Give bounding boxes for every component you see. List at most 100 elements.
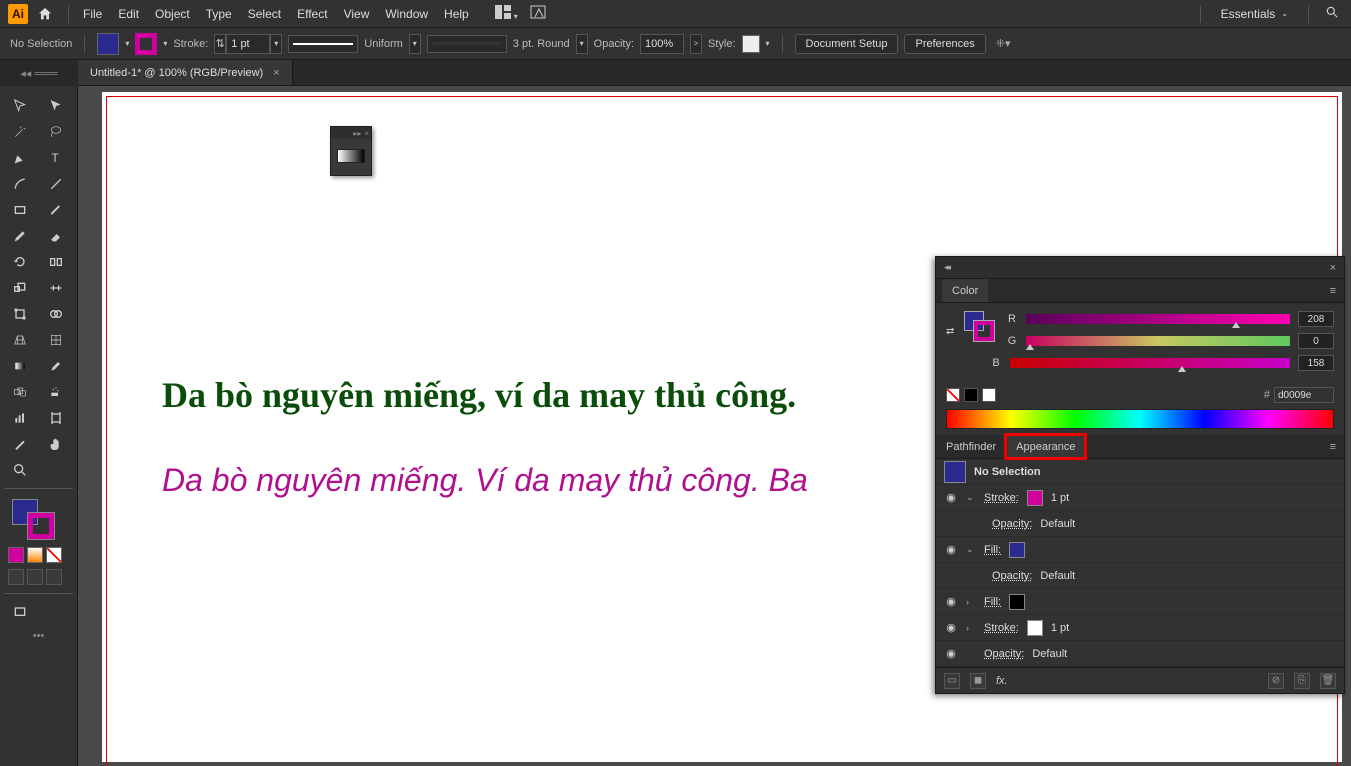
- scale-tool-icon[interactable]: [4, 276, 36, 300]
- tab-color[interactable]: Color: [942, 279, 988, 302]
- visibility-toggle-icon[interactable]: ◉: [944, 595, 958, 608]
- visibility-toggle-icon[interactable]: ◉: [944, 647, 958, 660]
- delete-item-icon[interactable]: 🗑: [1320, 673, 1336, 689]
- draw-behind-icon[interactable]: [27, 569, 43, 585]
- fill-label[interactable]: Fill:: [984, 596, 1001, 608]
- rectangle-tool-icon[interactable]: [4, 198, 36, 222]
- expand-icon[interactable]: ›: [966, 623, 976, 633]
- type-tool-icon[interactable]: T: [40, 146, 72, 170]
- lasso-tool-icon[interactable]: [40, 120, 72, 144]
- panel-menu-icon[interactable]: ≡: [1322, 285, 1344, 297]
- visibility-toggle-icon[interactable]: ◉: [944, 491, 958, 504]
- artboard-tool-icon[interactable]: [40, 406, 72, 430]
- expand-icon[interactable]: ⌄: [966, 544, 976, 555]
- document-tab[interactable]: Untitled-1* @ 100% (RGB/Preview) ×: [78, 60, 293, 85]
- clear-appearance-icon[interactable]: ⊘: [1268, 673, 1284, 689]
- menu-edit[interactable]: Edit: [110, 3, 147, 25]
- appearance-stroke2-row[interactable]: ◉ › Stroke: 1 pt: [936, 615, 1344, 641]
- opacity-label[interactable]: Opacity:: [992, 570, 1032, 582]
- stroke-weight-input[interactable]: [226, 34, 270, 54]
- stroke-dropdown-icon[interactable]: ▾: [163, 39, 167, 48]
- menu-help[interactable]: Help: [436, 3, 477, 25]
- graphic-style-swatch[interactable]: [742, 35, 760, 53]
- swap-fill-stroke-icon[interactable]: ⇄: [946, 326, 960, 337]
- menu-select[interactable]: Select: [240, 3, 289, 25]
- appearance-opacity-row[interactable]: ◉ Opacity: Default: [936, 641, 1344, 667]
- arc-tool-icon[interactable]: [40, 172, 72, 196]
- column-graph-tool-icon[interactable]: [4, 406, 36, 430]
- duplicate-item-icon[interactable]: ⎘: [1294, 673, 1310, 689]
- hand-tool-icon[interactable]: [40, 432, 72, 456]
- stroke-swatch-icon[interactable]: [1027, 490, 1043, 506]
- rotate-tool-icon[interactable]: [4, 250, 36, 274]
- g-value-input[interactable]: [1298, 333, 1334, 349]
- eyedropper-tool-icon[interactable]: [40, 354, 72, 378]
- arrange-documents-icon[interactable]: [524, 3, 552, 24]
- expand-icon[interactable]: ›: [966, 597, 976, 607]
- expand-icon[interactable]: ⌄: [966, 492, 976, 503]
- black-swatch-icon[interactable]: [964, 388, 978, 402]
- r-value-input[interactable]: [1298, 311, 1334, 327]
- panel-collapse-icon[interactable]: ▸▸: [353, 129, 361, 138]
- hex-input[interactable]: [1274, 387, 1334, 403]
- slice-tool-icon[interactable]: [4, 432, 36, 456]
- appearance-stroke-row[interactable]: ◉ ⌄ Stroke: 1 pt: [936, 485, 1344, 511]
- appearance-stroke-opacity-row[interactable]: Opacity: Default: [936, 511, 1344, 537]
- document-setup-button[interactable]: Document Setup: [795, 34, 899, 54]
- workspace-switcher[interactable]: Essentials ⌄: [1213, 5, 1296, 23]
- text-object-2[interactable]: Da bò nguyên miếng. Ví da may thủ công. …: [162, 462, 808, 499]
- panel-fill-stroke[interactable]: [964, 311, 994, 351]
- none-mode-icon[interactable]: [46, 547, 62, 563]
- appearance-fill-opacity-row[interactable]: Opacity: Default: [936, 563, 1344, 589]
- draw-normal-icon[interactable]: [8, 569, 24, 585]
- panel-collapse-handle[interactable]: ◂◂ ═══: [0, 60, 78, 86]
- stroke-swatch-icon[interactable]: [1027, 620, 1043, 636]
- b-slider[interactable]: [1010, 358, 1290, 368]
- new-stroke-icon[interactable]: ▭: [944, 673, 960, 689]
- stroke-stepper-icon[interactable]: ⇅: [214, 34, 226, 54]
- stroke-profile-dropdown-icon[interactable]: ▾: [409, 34, 421, 54]
- appearance-fill-row[interactable]: ◉ ⌄ Fill:: [936, 537, 1344, 563]
- layout-icon[interactable]: ▾: [489, 3, 524, 24]
- blend-tool-icon[interactable]: [4, 380, 36, 404]
- menu-effect[interactable]: Effect: [289, 3, 335, 25]
- gradient-floating-panel[interactable]: ▸▸×: [330, 126, 372, 176]
- fill-stroke-control[interactable]: [4, 499, 73, 539]
- opacity-label[interactable]: Opacity:: [984, 648, 1024, 660]
- close-icon[interactable]: ×: [364, 129, 369, 138]
- new-fill-icon[interactable]: ◼: [970, 673, 986, 689]
- gradient-mode-icon[interactable]: [27, 547, 43, 563]
- menu-window[interactable]: Window: [377, 3, 436, 25]
- edit-toolbar-icon[interactable]: •••: [4, 626, 73, 642]
- close-icon[interactable]: ×: [1330, 262, 1336, 274]
- panel-stroke-icon[interactable]: [974, 321, 994, 341]
- brush-dropdown-icon[interactable]: ▾: [576, 34, 588, 54]
- close-tab-icon[interactable]: ×: [273, 67, 279, 79]
- visibility-toggle-icon[interactable]: ◉: [944, 543, 958, 556]
- fill-swatch[interactable]: [97, 33, 119, 55]
- shape-builder-tool-icon[interactable]: [40, 302, 72, 326]
- selection-tool-icon[interactable]: [4, 94, 36, 118]
- opacity-label[interactable]: Opacity:: [992, 518, 1032, 530]
- menu-view[interactable]: View: [336, 3, 378, 25]
- screen-mode-icon[interactable]: [4, 600, 36, 624]
- r-slider[interactable]: [1026, 314, 1290, 324]
- pen-tool-icon[interactable]: [4, 146, 36, 170]
- gradient-preview-icon[interactable]: [337, 149, 365, 163]
- paintbrush-tool-icon[interactable]: [40, 198, 72, 222]
- style-dropdown-icon[interactable]: ▾: [766, 39, 770, 48]
- reflect-tool-icon[interactable]: [40, 250, 72, 274]
- stroke-color-icon[interactable]: [28, 513, 54, 539]
- add-effect-icon[interactable]: fx.: [996, 675, 1008, 687]
- line-segment-tool-icon[interactable]: [4, 172, 36, 196]
- white-swatch-icon[interactable]: [982, 388, 996, 402]
- fill-swatch-icon[interactable]: [1009, 542, 1025, 558]
- stroke-weight-value[interactable]: 1 pt: [1051, 622, 1069, 634]
- color-mode-icon[interactable]: [8, 547, 24, 563]
- fill-swatch-icon[interactable]: [1009, 594, 1025, 610]
- stroke-weight-value[interactable]: 1 pt: [1051, 492, 1069, 504]
- draw-inside-icon[interactable]: [46, 569, 62, 585]
- none-swatch-icon[interactable]: [946, 388, 960, 402]
- fill-dropdown-icon[interactable]: ▾: [125, 39, 129, 48]
- stroke-profile[interactable]: [288, 35, 358, 53]
